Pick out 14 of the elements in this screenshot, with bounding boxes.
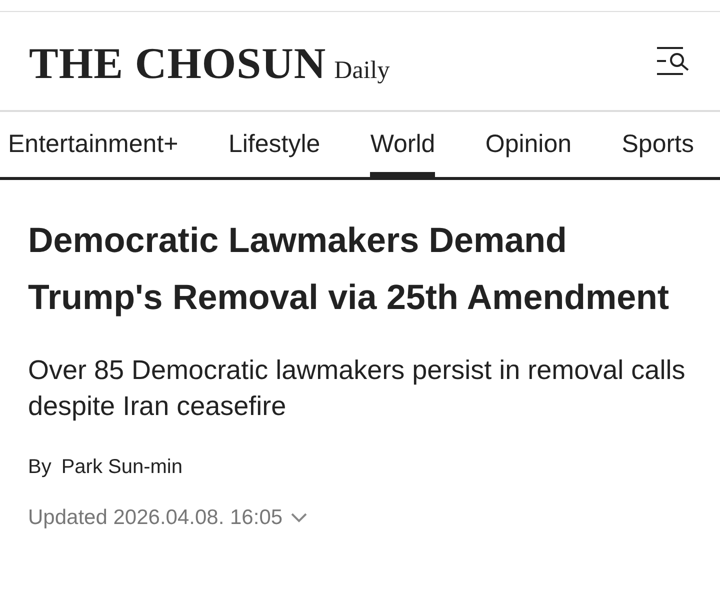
updated-timestamp: Updated 2026.04.08. 16:05 [28,505,283,531]
logo-suffix: Daily [334,56,390,86]
byline-prefix: By [28,455,52,480]
menu-search-icon [656,45,690,77]
logo-wordmark[interactable]: THE CHOSUN [29,31,326,97]
nav-tab[interactable]: Opinion [485,112,572,177]
nav-tab[interactable]: Entertainment+ [8,112,178,177]
article-subtitle: Over 85 Democratic lawmakers persist in removal calls despite Iran ceasefire [28,354,686,423]
article-headline: Democratic Lawmakers Demand Trump's Removal via 25th Amendment [28,220,670,319]
nav-tab[interactable]: Lifestyle [228,112,320,177]
chevron-down-icon[interactable] [290,512,307,523]
author-name[interactable]: Park Sun-min [61,452,182,482]
nav-tab[interactable]: World [370,112,436,177]
nav-tab[interactable]: Sports [622,112,694,177]
